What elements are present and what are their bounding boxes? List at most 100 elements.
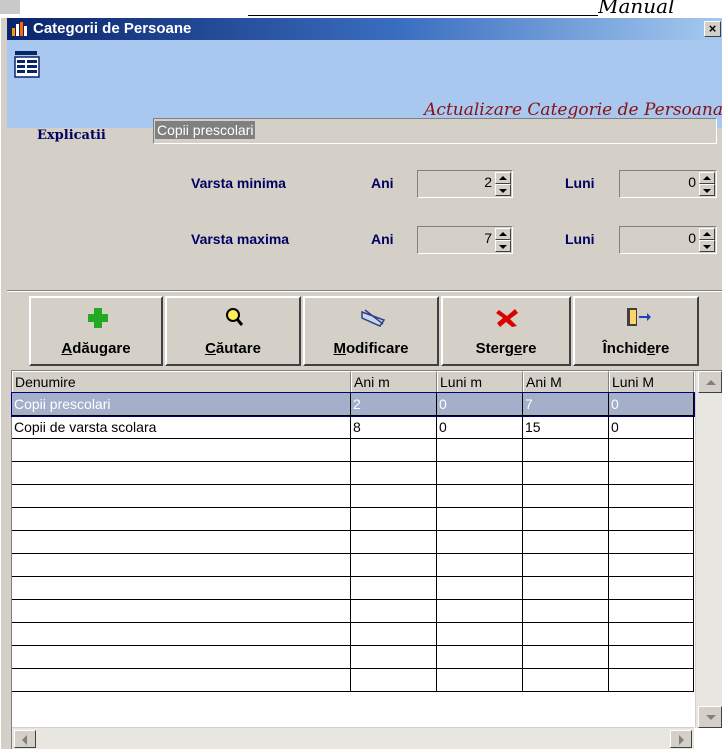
spin-up-button[interactable] [495, 228, 511, 240]
spin-up-button[interactable] [495, 172, 511, 184]
spin-up-button[interactable] [699, 228, 715, 240]
cell-ani-max[interactable] [523, 439, 609, 462]
max-luni-stepper[interactable]: 0 [619, 226, 717, 254]
cell-ani-min[interactable]: 8 [351, 416, 437, 439]
table-row[interactable] [12, 577, 694, 600]
min-luni-stepper[interactable]: 0 [619, 170, 717, 198]
cell-ani-max[interactable] [523, 531, 609, 554]
table-row[interactable] [12, 554, 694, 577]
scroll-down-button[interactable] [698, 706, 722, 728]
table-row[interactable] [12, 508, 694, 531]
spin-down-button[interactable] [495, 184, 511, 196]
table-row[interactable] [12, 531, 694, 554]
vertical-scrollbar[interactable] [695, 371, 722, 728]
cell-denumire[interactable] [12, 623, 351, 646]
cell-denumire[interactable] [12, 439, 351, 462]
cell-luni-max[interactable] [609, 554, 694, 577]
cell-ani-max[interactable] [523, 508, 609, 531]
cell-ani-max[interactable] [523, 577, 609, 600]
cell-luni-min[interactable] [437, 600, 523, 623]
modificare-button[interactable]: Modificare [303, 296, 439, 366]
cell-luni-min[interactable] [437, 577, 523, 600]
cell-luni-max[interactable] [609, 508, 694, 531]
horizontal-scrollbar[interactable] [12, 727, 694, 749]
cell-luni-max[interactable] [609, 646, 694, 669]
cell-luni-max[interactable] [609, 439, 694, 462]
cell-ani-max[interactable] [523, 646, 609, 669]
table-row[interactable]: Copii prescolari 2 0 7 0 [11, 392, 695, 417]
cell-ani-min[interactable] [351, 554, 437, 577]
column-header-ani-max[interactable]: Ani M [523, 371, 609, 393]
cell-ani-max[interactable] [523, 554, 609, 577]
table-row[interactable] [12, 600, 694, 623]
categorii-grid[interactable]: Denumire Ani m Luni m Ani M Luni M Copii… [11, 370, 722, 749]
scroll-up-button[interactable] [698, 371, 722, 393]
cell-luni-max[interactable]: 0 [609, 393, 694, 416]
cell-ani-max[interactable] [523, 485, 609, 508]
cell-luni-max[interactable] [609, 485, 694, 508]
cell-luni-min[interactable]: 0 [437, 416, 523, 439]
cell-ani-min[interactable] [351, 600, 437, 623]
cell-denumire[interactable] [12, 462, 351, 485]
cell-denumire[interactable]: Copii prescolari [12, 393, 351, 416]
cell-denumire[interactable] [12, 531, 351, 554]
table-row[interactable] [12, 669, 694, 692]
cell-ani-max[interactable]: 7 [523, 393, 609, 416]
cell-denumire[interactable] [12, 600, 351, 623]
cell-luni-min[interactable] [437, 669, 523, 692]
inchidere-button[interactable]: Închidere [573, 296, 699, 366]
table-row[interactable] [12, 462, 694, 485]
spin-up-button[interactable] [699, 172, 715, 184]
cell-luni-min[interactable] [437, 623, 523, 646]
cell-ani-max[interactable] [523, 462, 609, 485]
cell-luni-max[interactable] [609, 669, 694, 692]
cautare-button[interactable]: Căutare [165, 296, 301, 366]
cell-luni-min[interactable] [437, 646, 523, 669]
cell-ani-min[interactable] [351, 508, 437, 531]
cell-luni-max[interactable] [609, 577, 694, 600]
cell-denumire[interactable] [12, 669, 351, 692]
cell-luni-min[interactable] [437, 554, 523, 577]
table-row[interactable]: Copii de varsta scolara 8 0 15 0 [12, 416, 694, 439]
min-ani-stepper[interactable]: 2 [417, 170, 513, 198]
cell-denumire[interactable] [12, 485, 351, 508]
cell-ani-min[interactable] [351, 485, 437, 508]
cell-denumire[interactable] [12, 646, 351, 669]
scroll-left-button[interactable] [14, 730, 36, 748]
spin-down-button[interactable] [495, 240, 511, 252]
scroll-right-button[interactable] [670, 730, 692, 748]
cell-luni-min[interactable] [437, 439, 523, 462]
cell-luni-max[interactable] [609, 462, 694, 485]
table-row[interactable] [12, 623, 694, 646]
cell-ani-max[interactable]: 15 [523, 416, 609, 439]
cell-denumire[interactable] [12, 577, 351, 600]
adaugare-button[interactable]: Adăugare [29, 296, 163, 366]
cell-ani-min[interactable] [351, 577, 437, 600]
cell-luni-max[interactable] [609, 531, 694, 554]
cell-ani-max[interactable] [523, 600, 609, 623]
cell-ani-min[interactable] [351, 531, 437, 554]
spin-down-button[interactable] [699, 240, 715, 252]
spin-down-button[interactable] [699, 184, 715, 196]
cell-luni-max[interactable] [609, 600, 694, 623]
cell-denumire[interactable]: Copii de varsta scolara [12, 416, 351, 439]
cell-luni-min[interactable] [437, 531, 523, 554]
cell-luni-min[interactable]: 0 [437, 393, 523, 416]
table-row[interactable] [12, 485, 694, 508]
cell-ani-min[interactable] [351, 439, 437, 462]
cell-luni-min[interactable] [437, 485, 523, 508]
table-row[interactable] [12, 646, 694, 669]
cell-luni-min[interactable] [437, 462, 523, 485]
cell-ani-max[interactable] [523, 623, 609, 646]
cell-ani-min[interactable] [351, 623, 437, 646]
column-header-luni-min[interactable]: Luni m [437, 371, 523, 393]
column-header-ani-min[interactable]: Ani m [351, 371, 437, 393]
cell-ani-min[interactable] [351, 669, 437, 692]
column-header-luni-max[interactable]: Luni M [609, 371, 694, 393]
cell-denumire[interactable] [12, 554, 351, 577]
title-bar[interactable]: Categorii de Persoane × [7, 18, 722, 40]
column-header-denumire[interactable]: Denumire [12, 371, 351, 393]
cell-luni-max[interactable]: 0 [609, 416, 694, 439]
cell-ani-max[interactable] [523, 669, 609, 692]
cell-luni-min[interactable] [437, 508, 523, 531]
